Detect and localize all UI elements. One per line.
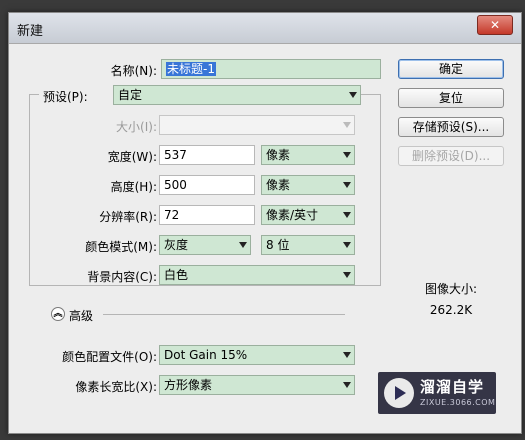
chevron-down-icon — [343, 212, 351, 218]
chevron-down-icon — [343, 182, 351, 188]
name-label: 名称(N): — [110, 64, 157, 78]
size-label: 大小(I): — [116, 120, 157, 134]
window-title: 新建 — [17, 24, 44, 39]
advanced-toggle-button[interactable]: ︽ — [51, 307, 65, 321]
width-input[interactable]: 537 — [159, 145, 255, 165]
height-unit-select[interactable]: 像素 — [261, 175, 355, 195]
width-unit: 像素 — [266, 148, 291, 162]
watermark-subtitle: ZIXUE.3066.COM — [420, 398, 496, 407]
chevron-down-icon — [343, 382, 351, 388]
close-button[interactable]: ✕ — [477, 15, 513, 35]
color-profile-select[interactable]: Dot Gain 15% — [159, 345, 355, 365]
save-preset-button[interactable]: 存储预设(S)... — [398, 117, 504, 137]
chevron-down-icon — [343, 152, 351, 158]
color-profile-label: 颜色配置文件(O): — [62, 350, 157, 364]
pixel-aspect-value: 方形像素 — [164, 378, 213, 392]
bit-depth-select[interactable]: 8 位 — [261, 235, 355, 255]
advanced-separator — [103, 314, 345, 315]
title-bar[interactable]: 新建 ✕ — [9, 13, 521, 44]
pixel-aspect-select[interactable]: 方形像素 — [159, 375, 355, 395]
resolution-value: 72 — [164, 208, 180, 222]
height-value: 500 — [164, 178, 187, 192]
resolution-label: 分辨率(R): — [99, 210, 157, 224]
name-value: 未标题-1 — [166, 62, 216, 76]
resolution-unit: 像素/英寸 — [266, 208, 319, 222]
delete-preset-button[interactable]: 删除预设(D)... — [398, 146, 504, 166]
background-value: 白色 — [164, 268, 189, 282]
chevron-down-icon — [349, 92, 357, 98]
color-mode-value: 灰度 — [164, 238, 189, 252]
chevron-down-icon — [343, 122, 351, 128]
chevron-down-icon — [239, 242, 247, 248]
color-profile-value: Dot Gain 15% — [164, 348, 248, 362]
color-mode-label: 颜色模式(M): — [85, 240, 157, 254]
preset-select[interactable]: 自定 — [113, 85, 361, 105]
width-value: 537 — [164, 148, 187, 162]
watermark-title: 溜溜自学 — [420, 378, 485, 396]
advanced-label: 高级 — [69, 309, 94, 323]
height-unit: 像素 — [266, 178, 291, 192]
height-label: 高度(H): — [110, 180, 157, 194]
chevron-down-icon — [343, 352, 351, 358]
resolution-input[interactable]: 72 — [159, 205, 255, 225]
watermark-logo: 溜溜自学 ZIXUE.3066.COM — [378, 372, 496, 414]
size-select[interactable] — [159, 115, 355, 135]
new-document-dialog: 新建 ✕ 名称(N): 未标题-1 预设(P): 自定 大小(I): 宽度(W)… — [8, 12, 522, 434]
preset-value: 自定 — [118, 88, 143, 102]
preset-label: 预设(P): — [39, 88, 113, 105]
height-input[interactable]: 500 — [159, 175, 255, 195]
background-select[interactable]: 白色 — [159, 265, 355, 285]
resolution-unit-select[interactable]: 像素/英寸 — [261, 205, 355, 225]
chevron-down-icon — [343, 272, 351, 278]
color-mode-select[interactable]: 灰度 — [159, 235, 251, 255]
ok-button[interactable]: 确定 — [398, 59, 504, 79]
background-label: 背景内容(C): — [87, 270, 157, 284]
image-size-value: 262.2K — [429, 303, 473, 317]
reset-button[interactable]: 复位 — [398, 88, 504, 108]
bit-depth-value: 8 位 — [266, 238, 290, 252]
name-input[interactable]: 未标题-1 — [161, 59, 381, 79]
image-size-label: 图像大小: — [424, 282, 478, 296]
pixel-aspect-label: 像素长宽比(X): — [75, 380, 157, 394]
width-unit-select[interactable]: 像素 — [261, 145, 355, 165]
chevron-down-icon — [343, 242, 351, 248]
play-icon — [384, 378, 414, 408]
width-label: 宽度(W): — [107, 150, 157, 164]
